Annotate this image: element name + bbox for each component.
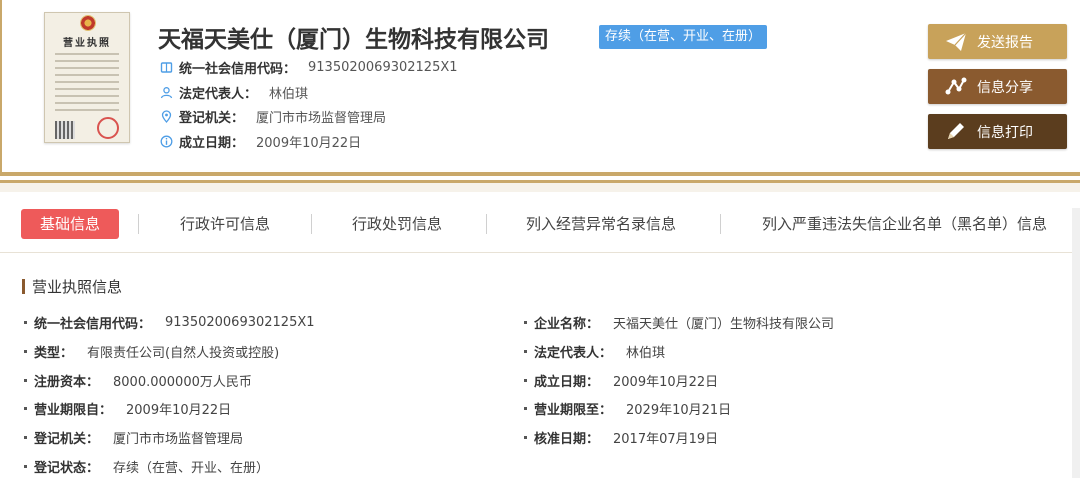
- field-value: 厦门市市场监督管理局: [113, 432, 244, 447]
- field-label: 注册资本：: [34, 375, 100, 390]
- vertical-scrollbar[interactable]: [1072, 208, 1080, 478]
- paper-plane-icon: [944, 30, 968, 54]
- credit-code-value: 9135020069302125X1: [308, 60, 458, 75]
- field-label: 营业期限至：: [534, 403, 613, 418]
- qr-code-icon: [55, 121, 75, 139]
- field-term-to: 营业期限至： 2029年10月21日: [524, 399, 731, 418]
- license-title: 营业执照: [63, 38, 111, 49]
- field-label: 核准日期：: [534, 432, 600, 447]
- field-registration-authority: 登记机关： 厦门市市场监督管理局: [24, 428, 243, 447]
- company-header-card: 营业执照 天福天美仕（厦门）生物科技有限公司 存续（在营、开业、在册） 统一社会…: [0, 0, 1080, 176]
- registration-authority-label: 登记机关：: [179, 111, 245, 126]
- field-label: 成立日期：: [534, 375, 600, 390]
- field-value: 2009年10月22日: [126, 403, 232, 418]
- tab-basic-info[interactable]: 基础信息: [21, 209, 119, 239]
- tab-blacklist[interactable]: 列入严重违法失信企业名单（黑名单）信息: [762, 209, 1047, 239]
- legal-rep-value: 林伯琪: [269, 87, 309, 102]
- field-registration-status: 登记状态： 存续（在营、开业、在册）: [24, 457, 269, 476]
- field-value: 有限责任公司(自然人投资或控股): [87, 346, 280, 361]
- section-divider: [0, 180, 1080, 192]
- section-heading: 营业执照信息: [22, 276, 122, 297]
- share-nodes-icon: [944, 75, 968, 99]
- field-credit-code: 统一社会信用代码： 9135020069302125X1: [24, 313, 315, 332]
- field-term-from: 营业期限自： 2009年10月22日: [24, 399, 231, 418]
- field-label: 登记机关：: [34, 432, 100, 447]
- established-date-row: 成立日期： 2009年10月22日: [159, 132, 361, 151]
- field-value: 9135020069302125X1: [165, 315, 315, 330]
- field-company-type: 类型： 有限责任公司(自然人投资或控股): [24, 342, 279, 361]
- field-registered-capital: 注册资本： 8000.000000万人民币: [24, 371, 252, 390]
- field-company-name: 企业名称： 天福天美仕（厦门）生物科技有限公司: [524, 313, 834, 332]
- field-value: 2009年10月22日: [613, 375, 719, 390]
- send-report-label: 发送报告: [977, 34, 1033, 51]
- print-info-button[interactable]: 信息打印: [928, 114, 1067, 149]
- person-icon: [159, 86, 173, 100]
- registration-authority-value: 厦门市市场监督管理局: [256, 111, 387, 126]
- info-tabs: 基础信息 行政许可信息 行政处罚信息 列入经营异常名录信息 列入严重违法失信企业…: [0, 195, 1080, 253]
- tab-divider: [720, 214, 721, 234]
- official-seal-icon: [97, 117, 119, 139]
- field-value: 林伯琪: [626, 346, 666, 361]
- field-value: 8000.000000万人民币: [113, 375, 252, 390]
- field-value: 存续（在营、开业、在册）: [113, 461, 270, 476]
- print-info-label: 信息打印: [977, 124, 1033, 141]
- share-info-label: 信息分享: [977, 79, 1033, 96]
- national-emblem-icon: [80, 15, 96, 31]
- id-card-icon: [159, 61, 173, 75]
- pencil-icon: [944, 120, 968, 144]
- tab-administrative-license[interactable]: 行政许可信息: [180, 209, 270, 239]
- field-label: 营业期限自：: [34, 403, 113, 418]
- tab-divider: [138, 214, 139, 234]
- established-date-label: 成立日期：: [179, 136, 245, 151]
- share-info-button[interactable]: 信息分享: [928, 69, 1067, 104]
- tab-administrative-penalty[interactable]: 行政处罚信息: [352, 209, 442, 239]
- field-label: 统一社会信用代码：: [34, 317, 152, 332]
- field-value: 天福天美仕（厦门）生物科技有限公司: [613, 317, 835, 332]
- registration-authority-row: 登记机关： 厦门市市场监督管理局: [159, 107, 386, 126]
- tab-divider: [486, 214, 487, 234]
- credit-code-label: 统一社会信用代码：: [179, 62, 297, 77]
- field-label: 类型：: [34, 346, 74, 361]
- field-value: 2029年10月21日: [626, 403, 732, 418]
- field-value: 2017年07月19日: [613, 432, 719, 447]
- credit-code-row: 统一社会信用代码： 9135020069302125X1: [159, 58, 458, 77]
- info-icon: [159, 135, 173, 149]
- status-badge: 存续（在营、开业、在册）: [599, 25, 768, 49]
- company-name-title: 天福天美仕（厦门）生物科技有限公司: [158, 27, 549, 53]
- business-license-thumbnail[interactable]: 营业执照: [44, 12, 130, 143]
- field-label: 登记状态：: [34, 461, 100, 476]
- section-heading-text: 营业执照信息: [32, 278, 123, 296]
- field-approval-date: 核准日期： 2017年07月19日: [524, 428, 718, 447]
- tab-abnormal-operation-list[interactable]: 列入经营异常名录信息: [526, 209, 676, 239]
- license-text-lines: [55, 53, 119, 116]
- field-label: 企业名称：: [534, 317, 600, 332]
- legal-rep-label: 法定代表人：: [179, 87, 258, 102]
- send-report-button[interactable]: 发送报告: [928, 24, 1067, 59]
- field-label: 法定代表人：: [534, 346, 613, 361]
- legal-rep-row: 法定代表人： 林伯琪: [159, 83, 308, 102]
- location-pin-icon: [159, 110, 173, 124]
- tab-divider: [311, 214, 312, 234]
- heading-accent-bar: [22, 279, 25, 294]
- field-legal-representative: 法定代表人： 林伯琪: [524, 342, 665, 361]
- field-established-date: 成立日期： 2009年10月22日: [524, 371, 718, 390]
- established-date-value: 2009年10月22日: [256, 136, 362, 151]
